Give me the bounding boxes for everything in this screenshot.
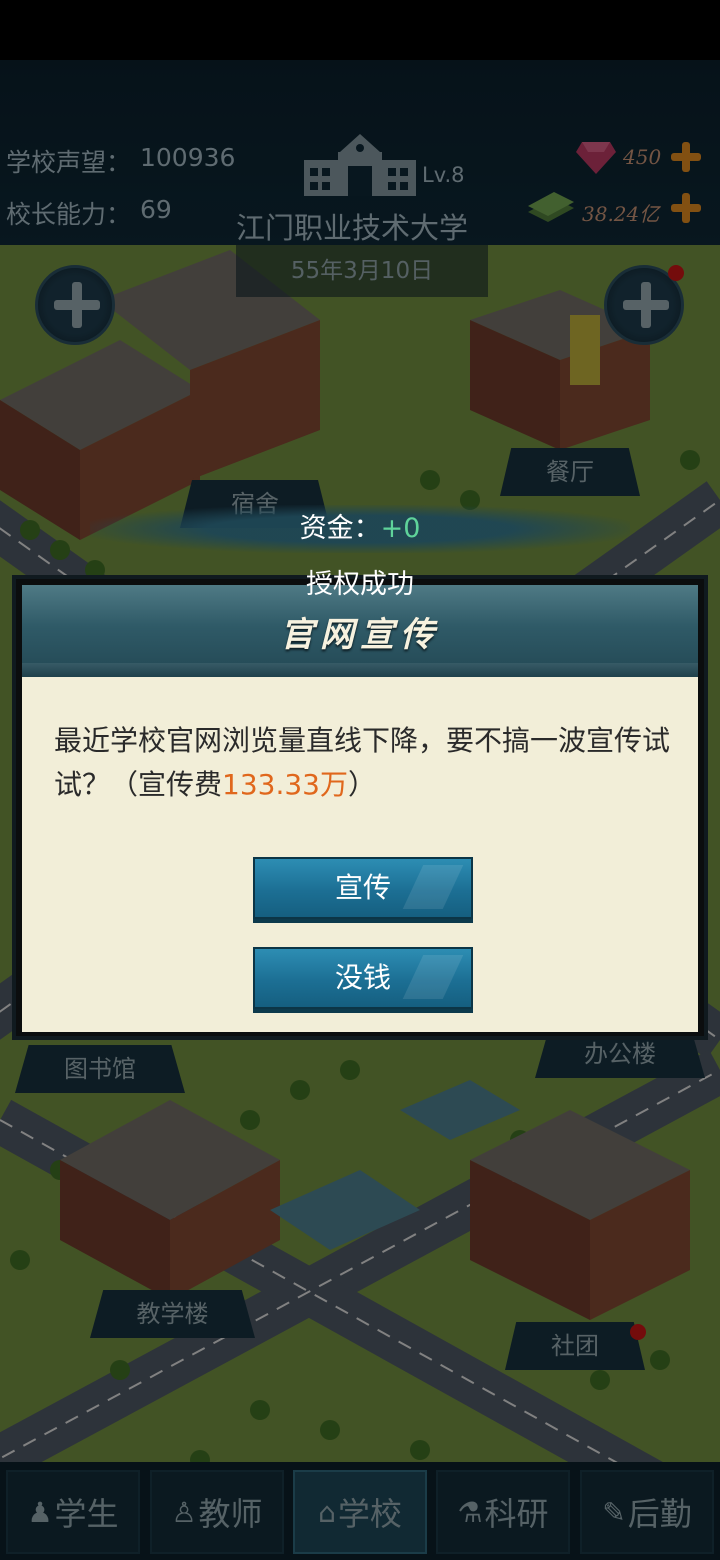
funds-label: 资金： — [299, 513, 381, 544]
promotion-fee: 133.33万 — [222, 768, 348, 801]
dialog-message: 最近学校官网浏览量直线下降，要不搞一波宣传试试？（宣传费133.33万） — [54, 719, 674, 807]
funds-change-toast: 资金：+0 — [90, 505, 630, 553]
event-dialog: 官网宣传 最近学校官网浏览量直线下降，要不搞一波宣传试试？（宣传费133.33万… — [12, 575, 708, 1040]
promote-button[interactable]: 宣传 — [253, 857, 473, 919]
dialog-body: 最近学校官网浏览量直线下降，要不搞一波宣传试试？（宣传费133.33万） 宣传 … — [22, 677, 698, 1032]
authorization-success-toast: 授权成功 — [306, 569, 414, 600]
dialog-title: 官网宣传 — [280, 615, 440, 655]
funds-value: +0 — [380, 513, 421, 544]
no-money-button[interactable]: 没钱 — [253, 947, 473, 1009]
dialog-message-end: ） — [348, 768, 377, 801]
